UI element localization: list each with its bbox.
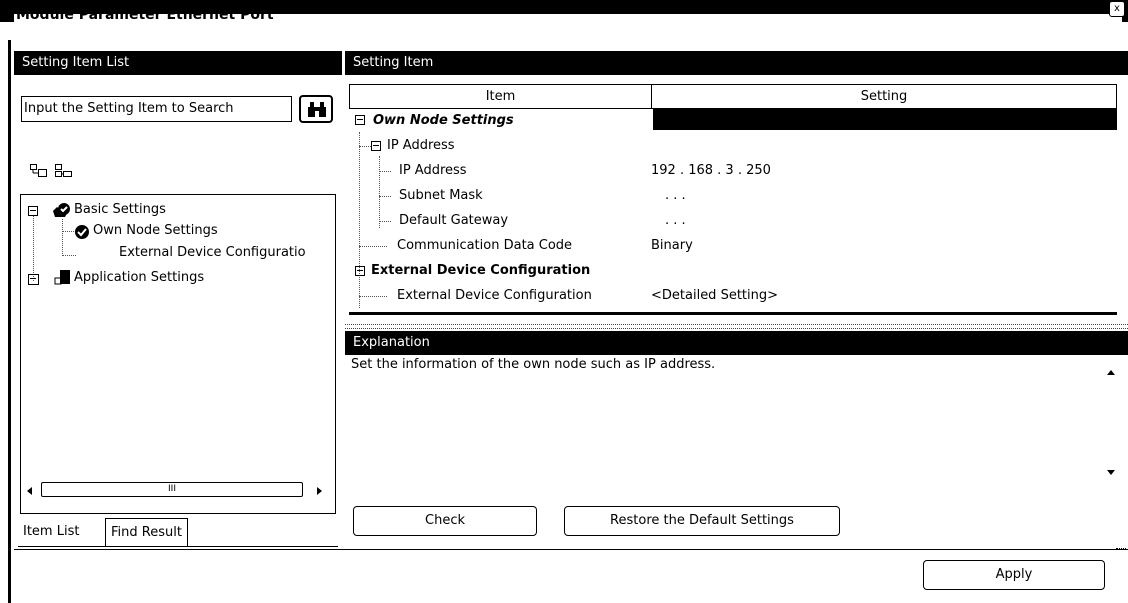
tree-item-basic-settings[interactable]: Basic Settings bbox=[74, 202, 166, 217]
footer-divider-end bbox=[1116, 548, 1126, 549]
collapse-icon[interactable] bbox=[355, 266, 365, 276]
collapse-icon[interactable] bbox=[371, 141, 381, 151]
row-ip-address-group: IP Address bbox=[387, 138, 455, 153]
setting-item-header: Setting Item bbox=[345, 51, 1128, 75]
row-external-device-configuration: External Device Configuration bbox=[397, 288, 592, 303]
tab-find-result[interactable]: Find Result bbox=[105, 518, 188, 546]
close-button[interactable]: x bbox=[1109, 1, 1125, 17]
setting-item-list-header: Setting Item List bbox=[14, 51, 342, 75]
expand-all-icon[interactable] bbox=[55, 164, 73, 178]
subnet-mask-value[interactable]: . . . bbox=[665, 188, 686, 203]
scroll-down-arrow-icon[interactable] bbox=[1107, 470, 1115, 475]
explanation-text: Set the information of the own node such… bbox=[351, 357, 716, 372]
table-row[interactable]: Subnet Mask . . . bbox=[349, 184, 1117, 209]
search-input[interactable]: Input the Setting Item to Search bbox=[21, 96, 292, 122]
default-gateway-value[interactable]: . . . bbox=[665, 213, 686, 228]
restore-defaults-button[interactable]: Restore the Default Settings bbox=[564, 506, 840, 536]
table-row[interactable]: External Device Configuration bbox=[349, 259, 1117, 284]
scroll-up-arrow-icon[interactable] bbox=[1107, 370, 1115, 375]
scroll-left-arrow-icon[interactable] bbox=[27, 487, 32, 495]
column-header-item: Item bbox=[349, 84, 652, 109]
splitter[interactable] bbox=[345, 324, 1128, 329]
window-left-border bbox=[8, 40, 11, 603]
own-node-setting-cell bbox=[653, 109, 1117, 130]
communication-data-code-value[interactable]: Binary bbox=[651, 238, 693, 253]
table-row[interactable]: Own Node Settings bbox=[349, 109, 1117, 134]
column-header-setting: Setting bbox=[651, 84, 1117, 109]
explanation-header: Explanation bbox=[345, 331, 1128, 355]
row-own-node-settings: Own Node Settings bbox=[373, 113, 514, 128]
row-external-device-configuration-group: External Device Configuration bbox=[371, 263, 591, 278]
footer-divider bbox=[14, 549, 1128, 550]
check-icon bbox=[75, 225, 89, 239]
scroll-right-arrow-icon[interactable] bbox=[317, 487, 322, 495]
basic-settings-icon bbox=[53, 203, 70, 217]
table-row[interactable]: IP Address 192 . 168 . 3 . 250 bbox=[349, 159, 1117, 184]
detailed-setting-link[interactable]: <Detailed Setting> bbox=[651, 288, 778, 303]
tree-item-own-node-settings[interactable]: Own Node Settings bbox=[93, 223, 218, 238]
collapse-all-icon[interactable] bbox=[30, 164, 48, 178]
collapse-basic-settings-icon[interactable] bbox=[28, 206, 38, 216]
table-row[interactable]: Default Gateway . . . bbox=[349, 209, 1117, 234]
apply-button[interactable]: Apply bbox=[923, 560, 1105, 590]
table-row[interactable]: Communication Data Code Binary bbox=[349, 234, 1117, 259]
tree-item-external-device-configuration[interactable]: External Device Configuratio bbox=[119, 245, 306, 260]
application-settings-icon bbox=[54, 270, 70, 285]
setting-tree[interactable]: Basic Settings Own Node Settings Externa… bbox=[20, 194, 336, 514]
collapse-icon[interactable] bbox=[355, 115, 365, 125]
row-default-gateway: Default Gateway bbox=[399, 213, 509, 228]
window-title: Module Parameter Ethernet Port bbox=[14, 14, 1122, 34]
row-ip-address: IP Address bbox=[399, 163, 467, 178]
horizontal-scroll-thumb[interactable]: III bbox=[41, 482, 303, 497]
check-button[interactable]: Check bbox=[353, 506, 537, 536]
row-communication-data-code: Communication Data Code bbox=[397, 238, 573, 253]
expand-application-settings-icon[interactable] bbox=[28, 274, 39, 285]
table-row[interactable]: External Device Configuration <Detailed … bbox=[349, 284, 1117, 309]
binoculars-icon bbox=[308, 102, 326, 117]
table-row[interactable]: IP Address bbox=[349, 134, 1117, 159]
row-subnet-mask: Subnet Mask bbox=[399, 188, 483, 203]
tab-item-list[interactable]: Item List bbox=[18, 518, 84, 546]
search-button[interactable] bbox=[299, 95, 333, 123]
grid-bottom-border bbox=[349, 312, 1117, 315]
ip-address-value[interactable]: 192 . 168 . 3 . 250 bbox=[651, 163, 771, 178]
tree-item-application-settings[interactable]: Application Settings bbox=[74, 270, 204, 285]
